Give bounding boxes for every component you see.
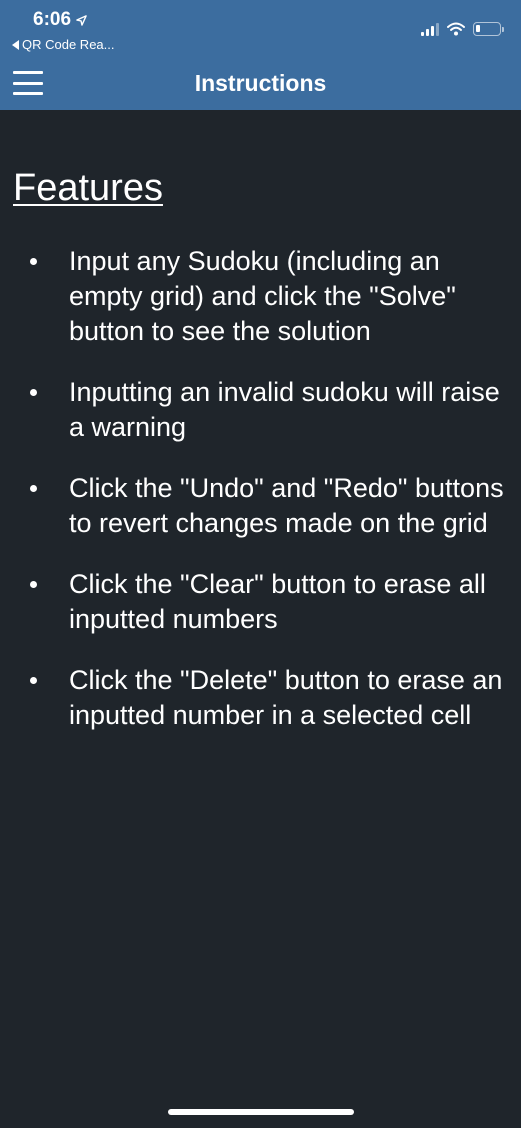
list-item: Click the "Undo" and "Redo" buttons to r…	[27, 471, 507, 541]
location-arrow-icon	[76, 14, 87, 26]
list-item: Input any Sudoku (including an empty gri…	[27, 244, 507, 349]
app-header: 6:06 QR Code Rea... Instructions	[0, 0, 521, 110]
list-item: Click the "Clear" button to erase all in…	[27, 567, 507, 637]
bullet-icon	[30, 677, 37, 684]
bullet-icon	[30, 581, 37, 588]
feature-text: Click the "Delete" button to erase an in…	[69, 665, 503, 730]
list-item: Click the "Delete" button to erase an in…	[27, 663, 507, 733]
back-arrow-icon	[12, 39, 19, 50]
bullet-icon	[30, 485, 37, 492]
wifi-icon	[447, 22, 465, 36]
feature-text: Click the "Undo" and "Redo" buttons to r…	[69, 473, 504, 538]
bullet-icon	[30, 258, 37, 265]
feature-text: Input any Sudoku (including an empty gri…	[69, 246, 456, 346]
features-heading: Features	[13, 167, 163, 209]
feature-text: Click the "Clear" button to erase all in…	[69, 569, 486, 634]
status-time-text: 6:06	[33, 9, 72, 30]
bullet-icon	[30, 389, 37, 396]
list-item: Inputting an invalid sudoku will raise a…	[27, 375, 507, 445]
page-title: Instructions	[194, 70, 327, 96]
feature-text: Inputting an invalid sudoku will raise a…	[69, 377, 500, 442]
back-app-label: QR Code Rea...	[22, 37, 115, 52]
status-time: 6:06	[33, 9, 87, 31]
status-icons	[421, 22, 504, 36]
cellular-signal-icon	[421, 22, 439, 36]
feature-list: Input any Sudoku (including an empty gri…	[27, 244, 507, 759]
battery-level	[476, 25, 480, 32]
back-to-app-link[interactable]: QR Code Rea...	[12, 37, 115, 52]
home-indicator[interactable]	[168, 1109, 354, 1115]
battery-icon	[473, 22, 504, 36]
